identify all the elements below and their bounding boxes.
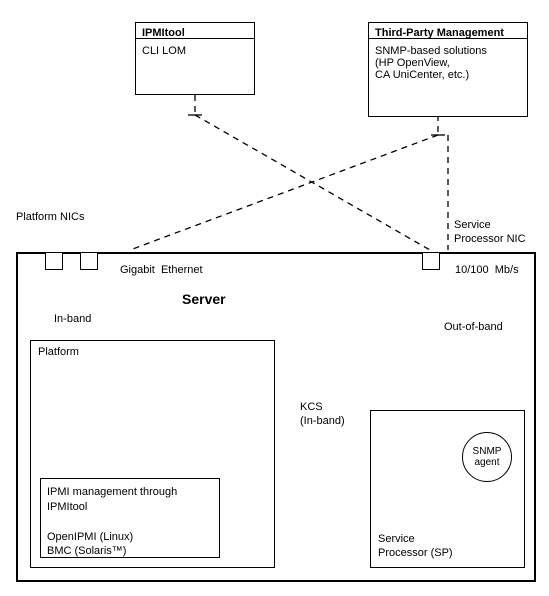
platform-inner-box: IPMI management through IPMItool OpenIPM… — [40, 478, 220, 558]
platform-inner-text: IPMI management through IPMItool OpenIPM… — [47, 485, 213, 559]
diagram-canvas: IPMItool CLI LOM Third-Party Management … — [0, 0, 549, 596]
snmp-agent-circle: SNMP agent — [462, 432, 512, 482]
third-party-box: Third-Party Management SNMP-based soluti… — [368, 22, 528, 117]
platform-title: Platform — [38, 345, 79, 359]
third-party-body: SNMP-based solutions (HP OpenView, CA Un… — [375, 45, 521, 81]
server-heading: Server — [182, 290, 226, 308]
nic-port-2 — [80, 252, 98, 270]
platform-nics-label: Platform NICs — [16, 210, 84, 224]
link-speed-label: 10/100 Mb/s — [455, 263, 519, 277]
ipmitool-title-divider — [135, 38, 255, 39]
ipmitool-box: IPMItool CLI LOM — [135, 22, 255, 95]
gigabit-label: Gigabit Ethernet — [120, 263, 203, 277]
in-band-label: In-band — [54, 312, 91, 326]
service-proc-nic-label: Service Processor NIC — [454, 218, 526, 247]
snmp-agent-label: SNMP agent — [473, 446, 502, 468]
ipmitool-body: CLI LOM — [142, 45, 248, 57]
sp-title: Service Processor (SP) — [378, 532, 453, 561]
third-party-title-divider — [368, 38, 528, 39]
nic-port-1 — [45, 252, 63, 270]
sp-nic-port — [422, 252, 440, 270]
out-of-band-label: Out-of-band — [444, 320, 503, 334]
kcs-label: KCS (In-band) — [300, 400, 345, 429]
